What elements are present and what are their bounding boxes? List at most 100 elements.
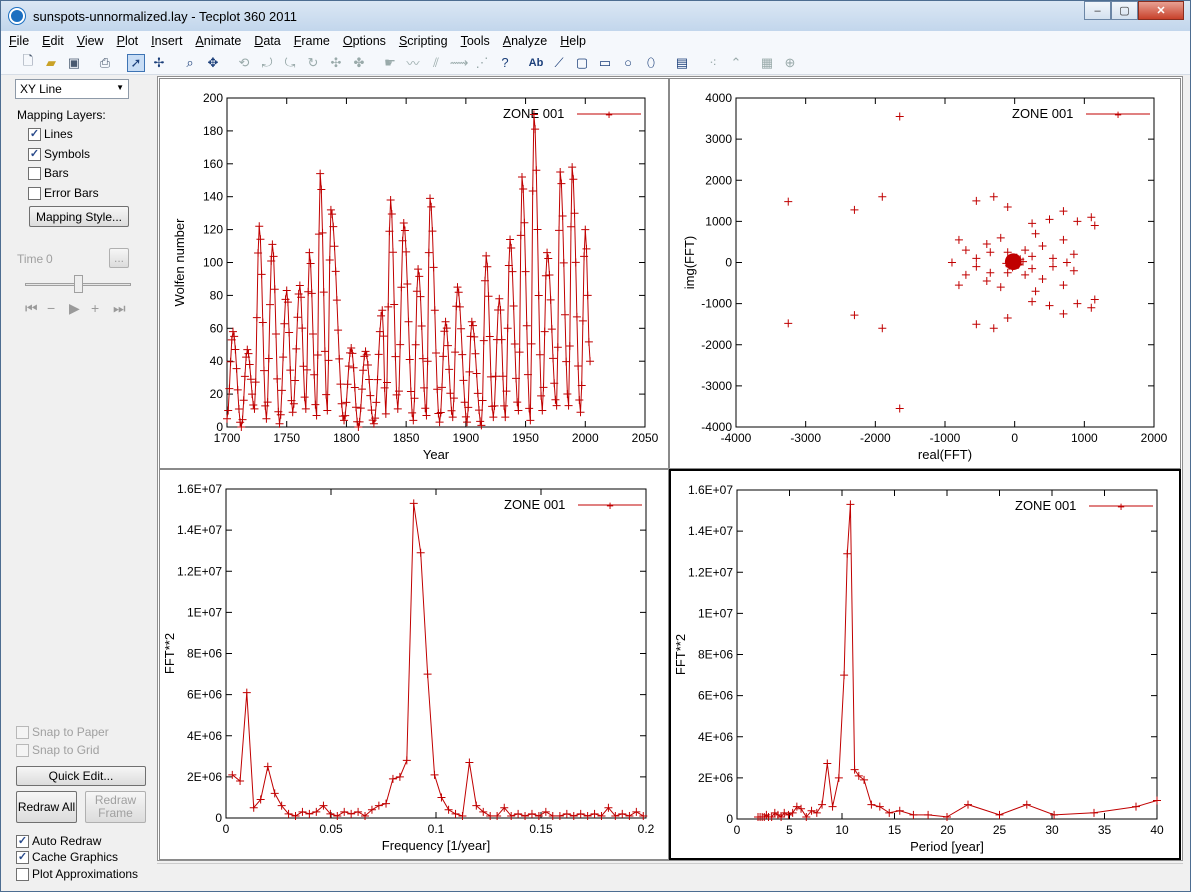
scatter-icon[interactable]: ⁖ bbox=[704, 54, 722, 72]
tecplot-logo-icon[interactable] bbox=[9, 8, 25, 24]
menu-edit[interactable]: Edit bbox=[42, 34, 64, 48]
auto-redraw-checkbox[interactable]: ✓ bbox=[16, 835, 29, 848]
new-icon[interactable]: 🗋 bbox=[19, 53, 37, 72]
iso-surface-icon[interactable]: ⋰ bbox=[473, 54, 491, 72]
ellipse-icon[interactable]: ⬯ bbox=[642, 54, 660, 72]
bars-checkbox[interactable] bbox=[28, 167, 41, 180]
menu-animate[interactable]: Animate bbox=[195, 34, 241, 48]
frame-fft-period[interactable]: 0 5 10 15 20 25 30 35 40 0 2E+06 4E+06 6E+06 8E+06 1E+… bbox=[669, 469, 1181, 860]
rectangle-icon[interactable]: ▢ bbox=[573, 54, 591, 72]
error-bars-checkbox[interactable] bbox=[28, 187, 41, 200]
redraw-frame-button[interactable]: Redraw Frame bbox=[85, 791, 146, 823]
slice-icon[interactable]: ⫽ bbox=[427, 54, 445, 72]
error-bars-label: Error Bars bbox=[44, 186, 99, 200]
legend-symbol: + bbox=[605, 107, 613, 122]
data-point bbox=[255, 222, 264, 231]
quick-edit-button[interactable]: Quick Edit... bbox=[16, 766, 146, 786]
play-icon[interactable]: ▶ bbox=[69, 300, 91, 317]
data-point bbox=[441, 317, 450, 326]
line-tool-icon[interactable]: ⌃ bbox=[727, 54, 745, 72]
mapping-style-button[interactable]: Mapping Style... bbox=[29, 206, 129, 227]
redraw-all-button[interactable]: Redraw All bbox=[16, 791, 77, 823]
first-step-icon[interactable]: ⏮ bbox=[25, 300, 47, 317]
x-tick-label: -3000 bbox=[790, 431, 821, 445]
data-point bbox=[367, 406, 376, 415]
data-point bbox=[522, 321, 531, 330]
data-point bbox=[562, 809, 571, 818]
menu-view[interactable]: View bbox=[77, 34, 104, 48]
polyline-icon[interactable]: ⟋ bbox=[550, 54, 568, 72]
snap-to-paper-checkbox[interactable] bbox=[16, 726, 29, 739]
last-step-icon[interactable]: ⏭ bbox=[113, 300, 135, 317]
time-options-button[interactable]: ... bbox=[109, 248, 129, 268]
series-line-zone-001 bbox=[226, 114, 591, 428]
streamtrace-icon[interactable]: 〰 bbox=[404, 54, 422, 72]
menu-tools[interactable]: Tools bbox=[461, 34, 490, 48]
square-icon[interactable]: ▭ bbox=[596, 54, 614, 72]
time-slider-thumb[interactable] bbox=[74, 275, 83, 293]
data-point bbox=[444, 805, 453, 814]
maximize-button[interactable]: ▢ bbox=[1111, 1, 1138, 20]
frame-sunspot-series[interactable]: 1700 1750 1800 1850 1900 1950 2000 2050 0 20 40 60 8… bbox=[159, 78, 669, 469]
zoom-icon[interactable]: ⌕ bbox=[181, 54, 199, 72]
step-back-icon[interactable]: − bbox=[47, 300, 69, 317]
symbols-checkbox[interactable]: ✓ bbox=[28, 148, 41, 161]
workspace[interactable]: 1700 1750 1800 1850 1900 1950 2000 2050 0 20 40 60 8… bbox=[157, 76, 1183, 861]
close-button[interactable]: ✕ bbox=[1138, 1, 1184, 20]
circle-icon[interactable]: ○ bbox=[619, 54, 637, 72]
data-point bbox=[840, 671, 849, 680]
text-tool-icon[interactable]: Ab bbox=[527, 54, 545, 72]
data-point bbox=[878, 324, 887, 333]
minimize-button[interactable]: – bbox=[1084, 1, 1111, 20]
contour-line-icon[interactable]: ⟿ bbox=[450, 54, 469, 72]
data-point bbox=[336, 380, 345, 389]
data-point bbox=[258, 318, 267, 327]
menu-frame[interactable]: Frame bbox=[294, 34, 330, 48]
adjustor-icon[interactable]: ✢ bbox=[150, 54, 168, 72]
select-arrow-icon[interactable]: ➚ bbox=[127, 53, 145, 72]
step-forward-icon[interactable]: + bbox=[91, 300, 113, 317]
data-point bbox=[527, 809, 536, 818]
translate-icon[interactable]: ✥ bbox=[204, 54, 222, 72]
data-point bbox=[387, 209, 396, 218]
data-point bbox=[486, 372, 495, 381]
menu-options[interactable]: Options bbox=[343, 34, 386, 48]
legend-label: ZONE 001 bbox=[1012, 106, 1073, 121]
roller-ball-icon[interactable]: ✤ bbox=[350, 54, 368, 72]
rotate-y-icon[interactable]: ⤿ bbox=[281, 54, 299, 72]
plot-type-select[interactable]: XY Line bbox=[15, 79, 129, 99]
spherical-rotate-icon[interactable]: ✣ bbox=[327, 54, 345, 72]
open-icon[interactable]: ▰ bbox=[42, 54, 60, 72]
menu-data[interactable]: Data bbox=[254, 34, 280, 48]
menu-help[interactable]: Help bbox=[560, 34, 586, 48]
frame-fft-complex[interactable]: -4000 -3000 -2000 -1000 0 1000 2000 -4000 -3000-… bbox=[669, 78, 1181, 469]
cache-graphics-checkbox[interactable]: ✓ bbox=[16, 851, 29, 864]
data-point bbox=[263, 762, 272, 771]
menu-scripting[interactable]: Scripting bbox=[399, 34, 448, 48]
save-icon[interactable]: ▣ bbox=[65, 54, 83, 72]
probe-icon[interactable]: ☛ bbox=[381, 54, 399, 72]
frame-icon[interactable]: ▤ bbox=[673, 54, 691, 72]
data-point bbox=[463, 418, 472, 427]
rotate-x-icon[interactable]: ⤾ bbox=[258, 54, 276, 72]
print-icon[interactable]: ⎙ bbox=[96, 54, 114, 72]
data-point bbox=[584, 337, 593, 346]
snap-to-grid-checkbox[interactable] bbox=[16, 744, 29, 757]
data-point bbox=[850, 311, 859, 320]
data-point bbox=[257, 270, 266, 279]
rotate-z-icon[interactable]: ↻ bbox=[304, 54, 322, 72]
menu-analyze[interactable]: Analyze bbox=[503, 34, 547, 48]
grid-icon[interactable]: ▦ bbox=[758, 54, 776, 72]
menu-file[interactable]: File bbox=[9, 34, 29, 48]
plot-approximations-checkbox[interactable] bbox=[16, 868, 29, 881]
menu-plot[interactable]: Plot bbox=[117, 34, 139, 48]
y-tick-label: 100 bbox=[203, 256, 223, 270]
data-point bbox=[305, 809, 314, 818]
rotate-icon[interactable]: ⟲ bbox=[235, 54, 253, 72]
data-point bbox=[365, 375, 374, 384]
polar-grid-icon[interactable]: ⊕ bbox=[781, 54, 799, 72]
frame-fft-frequency[interactable]: 0 0.05 0.1 0.15 0.2 0 2E+06 4E+06 6E+06 8E+06 1E+0… bbox=[159, 469, 669, 860]
query-icon[interactable]: ? bbox=[496, 54, 514, 72]
lines-checkbox[interactable]: ✓ bbox=[28, 128, 41, 141]
menu-insert[interactable]: Insert bbox=[151, 34, 182, 48]
